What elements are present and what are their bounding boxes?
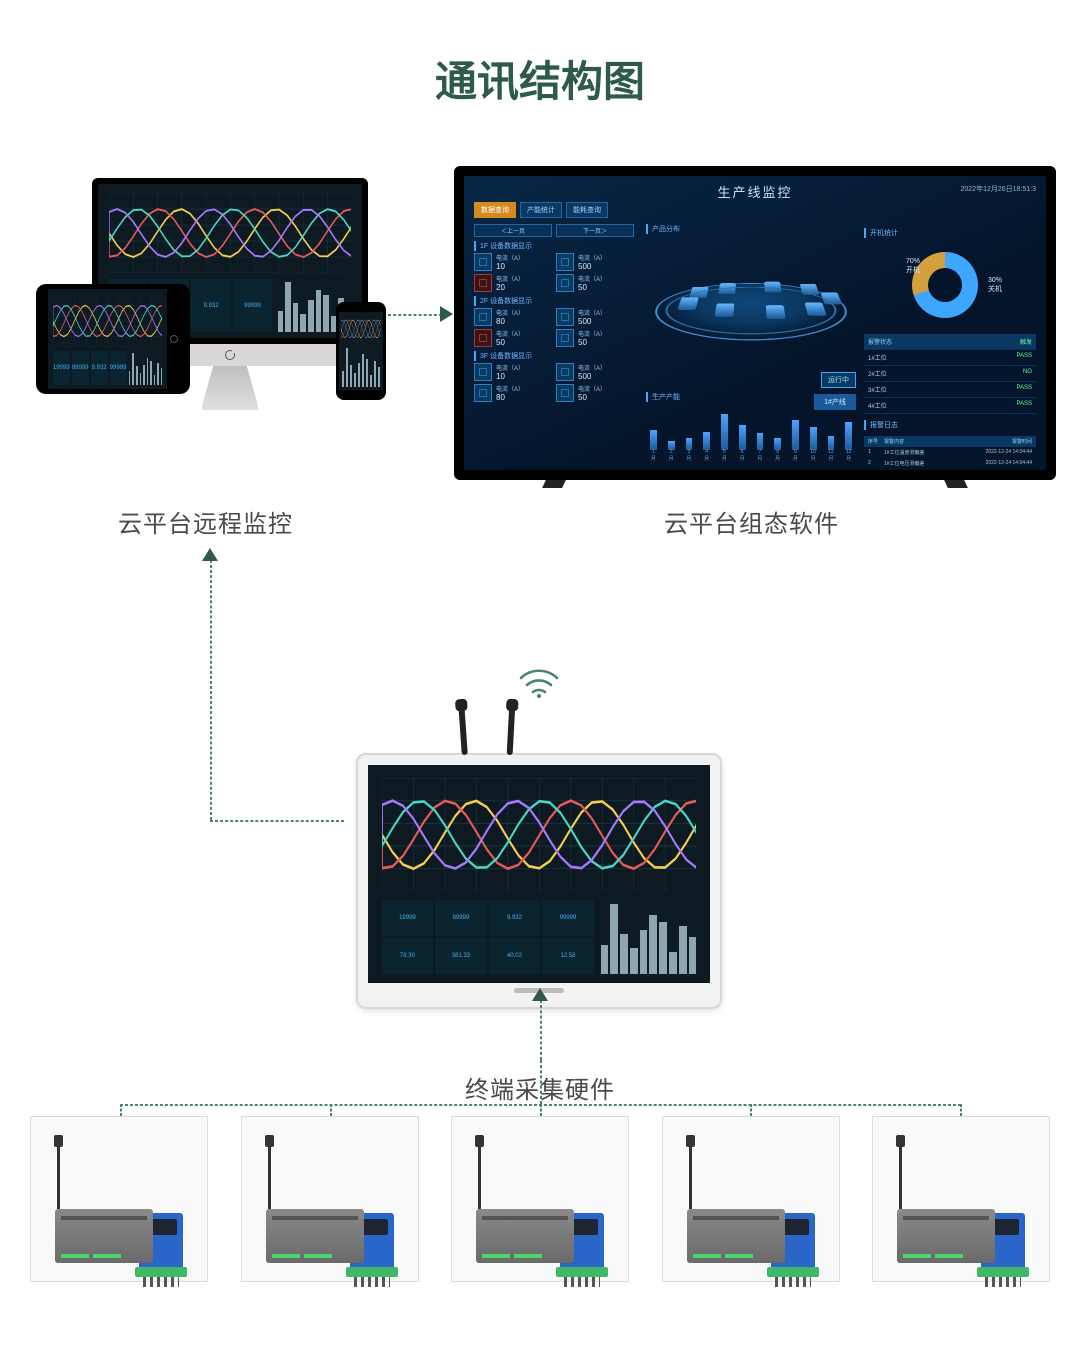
gateway-panel-pc: 19999899999.9329999978.30381.3340.0212.5… — [356, 664, 722, 1009]
dash-bars: 生产产能1月2月3月4月5月6月7月8月9月10月11月12月 — [646, 392, 856, 462]
diagram-title: 通讯结构图 — [0, 0, 1080, 109]
arrow-up-icon — [202, 548, 218, 561]
dash-tabs[interactable]: 数据查询产能统计能耗查询 — [474, 202, 608, 218]
terminal-device — [662, 1116, 840, 1282]
dash-timestamp: 2022年12月26日18:51:3 — [961, 184, 1037, 194]
terminal-row — [30, 1116, 1050, 1282]
remote-label: 云平台远程监控 — [118, 504, 293, 539]
tablet: 19999899999.93299999 — [36, 284, 190, 394]
scada-dashboard: 生产线监控2022年12月26日18:51:3 数据查询产能统计能耗查询 ＜上一页下… — [454, 166, 1056, 488]
gateway-module — [55, 1209, 153, 1263]
dash-title: 生产线监控 — [464, 182, 1046, 201]
dash-right: 开机统计70%开机30%关机报警状态触发1#工位PASS2#工位NG3#工位PA… — [864, 224, 1036, 462]
gateway-module — [476, 1209, 574, 1263]
terminal-device — [451, 1116, 629, 1282]
dash-left: ＜上一页下一页＞1F 设备数据显示电流（A）10电流（A）500电流（A）20电… — [474, 224, 634, 462]
scada-label: 云平台组态软件 — [664, 504, 839, 539]
gateway-module — [687, 1209, 785, 1263]
arrow-up-icon — [532, 988, 548, 1001]
gateway-module — [897, 1209, 995, 1263]
terminal-device — [872, 1116, 1050, 1282]
dash-center: 产品分布运行中1#产线 — [646, 224, 856, 384]
arrow-right-icon — [440, 306, 453, 322]
phone: 19999899999.93299999 — [336, 302, 386, 400]
gateway-module — [266, 1209, 364, 1263]
apple-logo-icon — [225, 350, 235, 360]
terminal-device — [241, 1116, 419, 1282]
remote-monitor-devices: 19999899999.93299999 19999899999.9329999… — [36, 178, 384, 456]
terminal-device — [30, 1116, 208, 1282]
